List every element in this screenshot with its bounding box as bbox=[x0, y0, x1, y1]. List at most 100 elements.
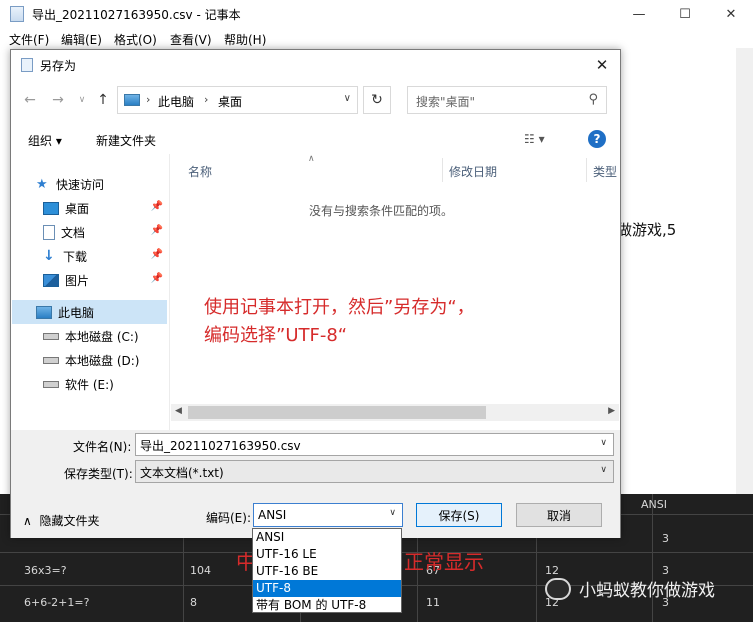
scroll-left-icon[interactable]: ◀ bbox=[175, 406, 182, 416]
nav-item-label: 图片 bbox=[65, 273, 90, 288]
column-header-type[interactable]: 类型 bbox=[593, 163, 617, 180]
dialog-title: 另存为 bbox=[40, 59, 77, 73]
annotation-line-1: 使用记事本打开，然后”另存为“， bbox=[204, 297, 475, 318]
forward-arrow-icon[interactable]: → bbox=[49, 91, 67, 109]
encoding-option-ansi[interactable]: ANSI bbox=[253, 529, 401, 546]
menu-help[interactable]: 帮助(H) bbox=[224, 31, 266, 48]
maximize-icon[interactable]: ☐ bbox=[662, 0, 708, 28]
breadcrumb-desktop[interactable]: 桌面 bbox=[218, 93, 242, 110]
close-icon[interactable]: ✕ bbox=[590, 54, 614, 76]
refresh-icon[interactable]: ↻ bbox=[363, 86, 391, 114]
menu-view[interactable]: 查看(V) bbox=[170, 31, 212, 48]
back-arrow-icon[interactable]: ← bbox=[21, 91, 39, 109]
chevron-right-icon[interactable]: › bbox=[204, 93, 208, 106]
column-separator[interactable] bbox=[586, 158, 587, 182]
hide-folders-toggle[interactable]: ∧ 隐藏文件夹 bbox=[23, 512, 99, 529]
filetype-select[interactable]: 文本文档(*.txt) ∨ bbox=[135, 460, 614, 483]
nav-item-downloads[interactable]: ↓ 下载 📌 bbox=[12, 244, 167, 268]
chevron-down-icon[interactable]: ∨ bbox=[389, 508, 396, 518]
minimize-icon[interactable]: — bbox=[616, 0, 662, 28]
nav-item-desktop[interactable]: 桌面 📌 bbox=[12, 196, 167, 220]
pin-icon[interactable]: 📌 bbox=[151, 201, 163, 212]
close-icon[interactable]: ✕ bbox=[708, 0, 753, 28]
pin-icon[interactable]: 📌 bbox=[151, 225, 163, 236]
recent-dropdown-icon[interactable]: ∨ bbox=[73, 91, 91, 109]
save-form: 文件名(N): 导出_20211027163950.csv ∨ 保存类型(T):… bbox=[11, 430, 620, 538]
nav-item-this-pc[interactable]: 此电脑 bbox=[12, 300, 167, 324]
nav-item-label: 本地磁盘 (C:) bbox=[65, 329, 139, 344]
drive-icon bbox=[43, 332, 59, 340]
table-cell: 8 bbox=[190, 596, 197, 609]
encoding-dropdown-list: ANSI UTF-16 LE UTF-16 BE UTF-8 带有 BOM 的 … bbox=[252, 528, 402, 613]
notepad-text-fragment: 做游戏,5 bbox=[617, 221, 677, 239]
encoding-value: ANSI bbox=[258, 508, 287, 522]
address-bar[interactable]: › 此电脑 › 桌面 ∨ bbox=[117, 86, 358, 114]
download-icon: ↓ bbox=[43, 248, 55, 264]
cancel-button[interactable]: 取消 bbox=[516, 503, 602, 527]
column-header-name[interactable]: 名称 bbox=[188, 163, 212, 180]
annotation-line-2: 编码选择”UTF-8“ bbox=[204, 325, 348, 346]
search-input[interactable]: 搜索"桌面" ⚲ bbox=[407, 86, 607, 114]
save-button[interactable]: 保存(S) bbox=[416, 503, 502, 527]
menu-edit[interactable]: 编辑(E) bbox=[61, 31, 102, 48]
annotation-text: 使用记事本打开，然后”另存为“， 编码选择”UTF-8“ bbox=[204, 294, 475, 350]
nav-item-documents[interactable]: 文档 📌 bbox=[12, 220, 167, 244]
drive-icon bbox=[43, 380, 59, 388]
nav-item-drive-e[interactable]: 软件 (E:) bbox=[12, 372, 167, 396]
file-list-pane[interactable]: ∧ 名称 修改日期 类型 没有与搜索条件匹配的项。 使用记事本打开，然后”另存为… bbox=[171, 154, 619, 422]
breadcrumb-this-pc[interactable]: 此电脑 bbox=[158, 93, 194, 110]
encoding-option-utf16le[interactable]: UTF-16 LE bbox=[253, 546, 401, 563]
encoding-option-utf8[interactable]: UTF-8 bbox=[253, 580, 401, 597]
organize-button[interactable]: 组织 ▾ bbox=[28, 132, 62, 149]
nav-item-pictures[interactable]: 图片 📌 bbox=[12, 268, 167, 292]
nav-item-label: 此电脑 bbox=[58, 305, 95, 320]
table-cell: 6+6-2+1=? bbox=[24, 596, 90, 609]
help-icon[interactable]: ? bbox=[588, 130, 606, 148]
column-header-date[interactable]: 修改日期 bbox=[449, 163, 497, 180]
nav-item-label: 快速访问 bbox=[56, 177, 105, 192]
navigation-bar: ← → ∨ ↑ › 此电脑 › 桌面 ∨ ↻ 搜索"桌面" ⚲ bbox=[11, 84, 620, 116]
table-cell: 3 bbox=[662, 532, 669, 545]
up-arrow-icon[interactable]: ↑ bbox=[94, 91, 112, 109]
nav-item-label: 本地磁盘 (D:) bbox=[65, 353, 140, 368]
dialog-titlebar: 另存为 ✕ bbox=[11, 50, 620, 80]
navigation-pane: ★ 快速访问 桌面 📌 文档 📌 ↓ 下载 📌 图片 📌 此电脑 本地磁盘 (C… bbox=[12, 154, 167, 431]
documents-icon bbox=[43, 224, 55, 240]
new-folder-button[interactable]: 新建文件夹 bbox=[96, 132, 156, 149]
dialog-toolbar: 组织 ▾ 新建文件夹 ☷ ▾ ? bbox=[11, 124, 620, 154]
filename-value: 导出_20211027163950.csv bbox=[140, 439, 301, 453]
encoding-option-utf8-bom[interactable]: 带有 BOM 的 UTF-8 bbox=[253, 597, 401, 614]
filename-field[interactable]: 导出_20211027163950.csv ∨ bbox=[135, 433, 614, 456]
pane-divider[interactable] bbox=[169, 154, 170, 454]
nav-item-label: 桌面 bbox=[65, 201, 90, 216]
search-icon[interactable]: ⚲ bbox=[588, 92, 598, 107]
column-separator[interactable] bbox=[442, 158, 443, 182]
menu-format[interactable]: 格式(O) bbox=[114, 31, 157, 48]
notepad-scrollbar[interactable] bbox=[736, 48, 753, 496]
background-red-text-tail: 正常显示 bbox=[404, 550, 484, 574]
nav-item-drive-d[interactable]: 本地磁盘 (D:) bbox=[12, 348, 167, 372]
pin-icon[interactable]: 📌 bbox=[151, 273, 163, 284]
chevron-down-icon[interactable]: ∨ bbox=[600, 465, 607, 475]
star-icon: ★ bbox=[36, 176, 48, 192]
nav-item-drive-c[interactable]: 本地磁盘 (C:) bbox=[12, 324, 167, 348]
empty-message: 没有与搜索条件匹配的项。 bbox=[308, 204, 453, 218]
encoding-option-utf16be[interactable]: UTF-16 BE bbox=[253, 563, 401, 580]
notepad-title: 导出_20211027163950.csv - 记事本 bbox=[32, 8, 241, 22]
view-options-icon[interactable]: ☷ ▾ bbox=[524, 132, 545, 146]
chevron-down-icon[interactable]: ∨ bbox=[600, 438, 607, 448]
pin-icon[interactable]: 📌 bbox=[151, 249, 163, 260]
chevron-right-icon[interactable]: › bbox=[146, 93, 150, 106]
chevron-down-icon[interactable]: ∨ bbox=[344, 93, 351, 104]
horizontal-scrollbar[interactable]: ◀ ▶ bbox=[171, 404, 619, 421]
nav-item-label: 软件 (E:) bbox=[65, 377, 114, 392]
scroll-right-icon[interactable]: ▶ bbox=[608, 406, 615, 416]
chevron-up-icon: ∧ bbox=[23, 514, 32, 528]
sort-caret-icon: ∧ bbox=[308, 154, 315, 164]
scroll-thumb[interactable] bbox=[188, 406, 486, 419]
menu-file[interactable]: 文件(F) bbox=[9, 31, 49, 48]
nav-item-quick-access[interactable]: ★ 快速访问 bbox=[12, 172, 167, 196]
encoding-select[interactable]: ANSI ∨ bbox=[253, 503, 403, 527]
filename-label: 文件名(N): bbox=[73, 440, 132, 454]
notepad-titlebar: 导出_20211027163950.csv - 记事本 — ☐ ✕ bbox=[0, 0, 753, 28]
